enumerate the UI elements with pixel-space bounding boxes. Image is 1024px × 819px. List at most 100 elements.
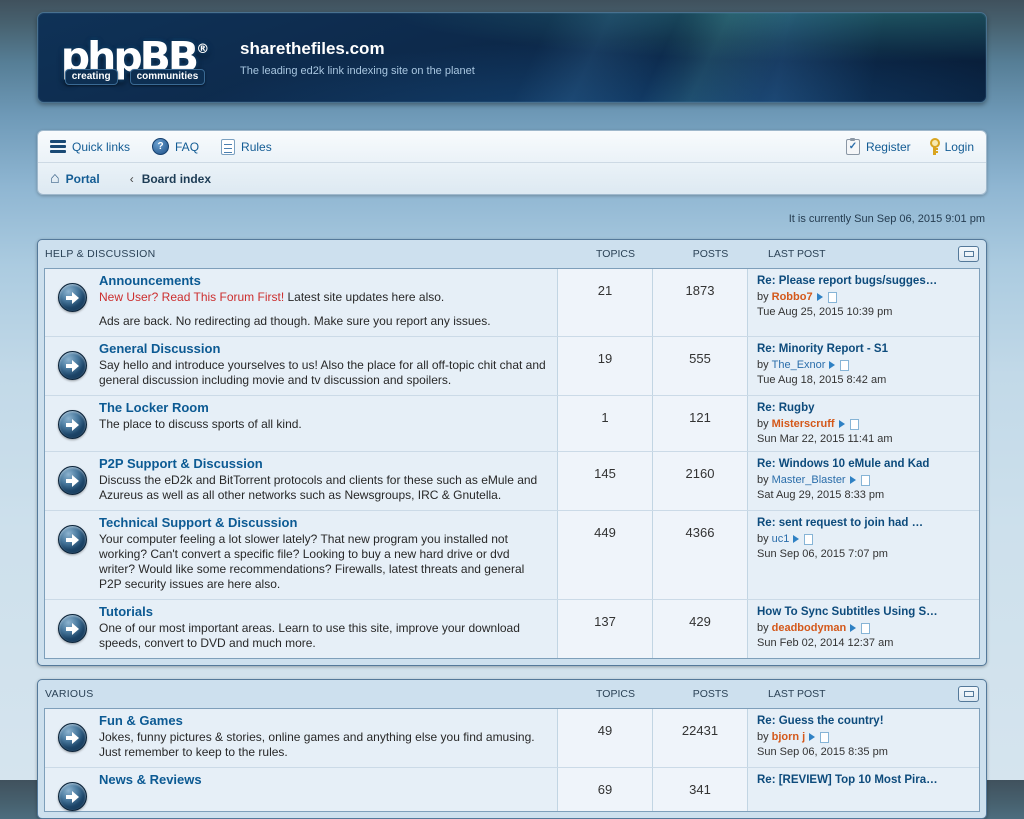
- last-post-author-link[interactable]: Misterscruff: [772, 417, 835, 431]
- by-label: by: [757, 474, 769, 486]
- last-post-time: Sun Feb 02, 2014 12:37 am: [757, 637, 894, 649]
- forum-description-text: One of our most important areas. Learn t…: [99, 621, 520, 650]
- page: phpBB® creating communities sharethefile…: [37, 12, 987, 819]
- last-post-author-link[interactable]: deadbodyman: [772, 621, 847, 635]
- last-post-author-line: by Robbo7: [757, 290, 973, 304]
- register-link[interactable]: ✓ Register: [845, 137, 911, 155]
- phpbb-logo-tagline: creating communities: [56, 69, 214, 85]
- goto-last-post-link[interactable]: [849, 474, 870, 486]
- faq-label: FAQ: [175, 139, 200, 154]
- forum-description-alert-link[interactable]: New User? Read This Forum First!: [99, 290, 284, 304]
- topics-count: 21: [557, 269, 652, 336]
- goto-arrow-icon: [838, 420, 849, 428]
- site-slogan: The leading ed2k link indexing site on t…: [240, 64, 475, 77]
- topics-count: 69: [557, 768, 652, 811]
- forum-info-cell: Announcements New User? Read This Forum …: [99, 269, 557, 336]
- question-icon: ?: [152, 138, 170, 155]
- last-post-author-line: by Master_Blaster: [757, 473, 973, 487]
- last-post-title-link[interactable]: How To Sync Subtitles Using S…: [757, 605, 973, 620]
- last-post-title-link[interactable]: Re: Minority Report - S1: [757, 342, 973, 357]
- last-post-author-link[interactable]: Master_Blaster: [772, 473, 846, 487]
- last-post-time: Sun Sep 06, 2015 8:35 pm: [757, 746, 888, 758]
- current-time-text: It is currently Sun Sep 06, 2015 9:01 pm: [788, 213, 985, 225]
- faq-link[interactable]: ? FAQ: [152, 138, 199, 155]
- topics-count: 1: [557, 396, 652, 451]
- goto-last-post-link[interactable]: [809, 731, 830, 743]
- column-header-last-post: LAST POST: [768, 248, 826, 260]
- forum-title-link[interactable]: Tutorials: [99, 604, 547, 620]
- last-post-cell: Re: sent request to join had … by uc1 Su…: [747, 511, 979, 599]
- column-header-topics: TOPICS: [596, 688, 635, 700]
- last-post-title-link[interactable]: Re: Please report bugs/sugges…: [757, 274, 973, 289]
- goto-last-post-link[interactable]: [816, 291, 837, 303]
- posts-count: 1873: [652, 269, 747, 336]
- last-post-author-line: by bjorn j: [757, 730, 973, 744]
- forum-title-link[interactable]: General Discussion: [99, 341, 547, 357]
- breadcrumb-portal[interactable]: Portal: [66, 172, 100, 186]
- quick-links-button[interactable]: Quick links: [50, 138, 130, 155]
- home-portal-link[interactable]: ⌂ Portal: [50, 169, 100, 187]
- forum-rows: Fun & Games Jokes, funny pictures & stor…: [44, 708, 980, 812]
- rules-list-icon: [221, 138, 236, 155]
- collapse-category-button[interactable]: [958, 246, 979, 262]
- last-post-cell: Re: Minority Report - S1 by The_Exnor Tu…: [747, 337, 979, 395]
- rules-link[interactable]: Rules: [221, 138, 272, 155]
- last-post-title-link[interactable]: Re: Rugby: [757, 401, 973, 416]
- goto-last-post-link[interactable]: [793, 533, 814, 545]
- by-label: by: [757, 359, 769, 371]
- last-post-author-link[interactable]: The_Exnor: [772, 358, 826, 372]
- goto-last-post-link[interactable]: [850, 622, 871, 634]
- forum-row: Fun & Games Jokes, funny pictures & stor…: [45, 709, 979, 767]
- forum-icon-cell: [45, 768, 99, 811]
- forum-icon-cell: [45, 600, 99, 658]
- page-icon: [804, 533, 814, 545]
- collapse-category-button[interactable]: [958, 686, 979, 702]
- last-post-cell: Re: Windows 10 eMule and Kad by Master_B…: [747, 452, 979, 510]
- last-post-title-link[interactable]: Re: [REVIEW] Top 10 Most Pira…: [757, 773, 973, 788]
- by-label: by: [757, 533, 769, 545]
- forum-title-link[interactable]: P2P Support & Discussion: [99, 456, 547, 472]
- last-post-title-link[interactable]: Re: sent request to join had …: [757, 516, 973, 531]
- goto-last-post-link[interactable]: [829, 359, 850, 371]
- column-header-posts: POSTS: [692, 688, 729, 700]
- login-link[interactable]: Login: [929, 138, 974, 155]
- forum-title-link[interactable]: Fun & Games: [99, 713, 547, 729]
- forum-description: Jokes, funny pictures & stories, online …: [99, 730, 547, 760]
- home-icon: ⌂: [50, 169, 60, 187]
- last-post-author-link[interactable]: uc1: [772, 532, 790, 546]
- forum-title-link[interactable]: News & Reviews: [99, 772, 547, 788]
- last-post-cell: Re: [REVIEW] Top 10 Most Pira…: [747, 768, 979, 811]
- goto-last-post-link[interactable]: [838, 418, 859, 430]
- forum-title-link[interactable]: The Locker Room: [99, 400, 547, 416]
- last-post-time: Tue Aug 18, 2015 8:42 am: [757, 374, 887, 386]
- forum-description-text: Your computer feeling a lot slower latel…: [99, 532, 525, 591]
- last-post-author-link[interactable]: Robbo7: [772, 290, 813, 304]
- breadcrumb-separator: ‹: [129, 171, 134, 186]
- topics-count: 49: [557, 709, 652, 767]
- goto-arrow-icon: [849, 476, 860, 484]
- last-post-cell: Re: Guess the country! by bjorn j Sun Se…: [747, 709, 979, 767]
- forum-icon-cell: [45, 396, 99, 451]
- last-post-title-link[interactable]: Re: Windows 10 eMule and Kad: [757, 457, 973, 472]
- goto-arrow-icon: [829, 361, 839, 369]
- last-post-title-link[interactable]: Re: Guess the country!: [757, 714, 973, 729]
- last-post-cell: Re: Please report bugs/sugges… by Robbo7…: [747, 269, 979, 336]
- site-identity: sharethefiles.com The leading ed2k link …: [240, 39, 475, 77]
- last-post-author-line: by uc1: [757, 532, 973, 546]
- forum-arrow-icon: [57, 283, 87, 312]
- forum-row: Announcements New User? Read This Forum …: [45, 269, 979, 336]
- forum-rows: Announcements New User? Read This Forum …: [44, 268, 980, 659]
- quick-links-row: Quick links ? FAQ Rules ✓ Register Login: [38, 131, 986, 163]
- forum-title-link[interactable]: Announcements: [99, 273, 547, 289]
- hamburger-icon: [50, 138, 66, 155]
- phpbb-logo[interactable]: phpBB® creating communities: [56, 30, 214, 85]
- forum-description: One of our most important areas. Learn t…: [99, 621, 547, 651]
- forum-icon-cell: [45, 452, 99, 510]
- forum-description-text: Discuss the eD2k and BitTorrent protocol…: [99, 473, 538, 502]
- forum-icon-cell: [45, 709, 99, 767]
- page-icon: [840, 359, 850, 371]
- last-post-author-link[interactable]: bjorn j: [772, 730, 806, 744]
- breadcrumb-board-index[interactable]: Board index: [142, 172, 211, 186]
- forum-title-link[interactable]: Technical Support & Discussion: [99, 515, 547, 531]
- last-post-time: Sun Mar 22, 2015 11:41 am: [757, 433, 893, 445]
